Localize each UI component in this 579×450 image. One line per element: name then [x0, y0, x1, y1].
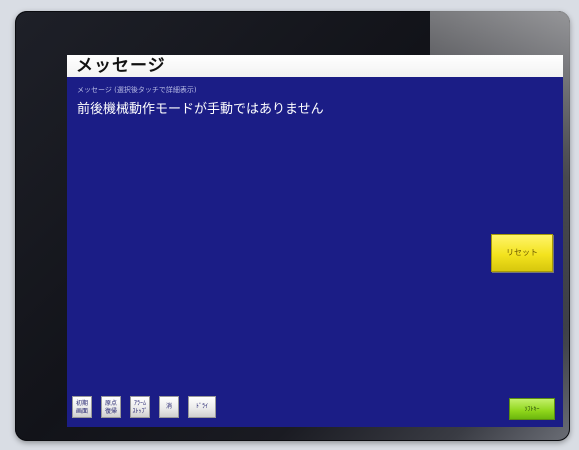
- softkey-dry[interactable]: ﾄﾞﾗｲ: [188, 396, 216, 418]
- softkey-label: 消: [165, 403, 172, 410]
- title-bar: メッセージ: [67, 55, 563, 77]
- softkey-label: ﾄﾞﾗｲ: [195, 403, 208, 410]
- reset-button[interactable]: リセット: [491, 234, 553, 272]
- softkey-initial-screen[interactable]: 初期 画面: [72, 396, 92, 418]
- device-bezel: メッセージ メッセージ (選択後タッチで詳細表示) 前後機械動作モードが手動では…: [15, 11, 570, 441]
- message-subtitle: メッセージ (選択後タッチで詳細表示): [77, 86, 197, 94]
- softkey-label: ｱﾗｰﾑ ｽﾄｯﾌﾟ: [132, 400, 148, 415]
- softkey-clear[interactable]: 消: [159, 396, 179, 418]
- softkey-origin-return[interactable]: 原点 復帰: [101, 396, 121, 418]
- next-button[interactable]: ｿﾌﾄｷｰ: [509, 398, 555, 420]
- softkey-label: 原点 復帰: [104, 400, 117, 415]
- softkey-alarm-stop[interactable]: ｱﾗｰﾑ ｽﾄｯﾌﾟ: [130, 396, 150, 418]
- hmi-screen: メッセージ メッセージ (選択後タッチで詳細表示) 前後機械動作モードが手動では…: [67, 55, 563, 427]
- page-title: メッセージ: [76, 56, 166, 76]
- softkey-label: 初期 画面: [75, 400, 88, 415]
- message-text[interactable]: 前後機械動作モードが手動ではありません: [77, 98, 324, 117]
